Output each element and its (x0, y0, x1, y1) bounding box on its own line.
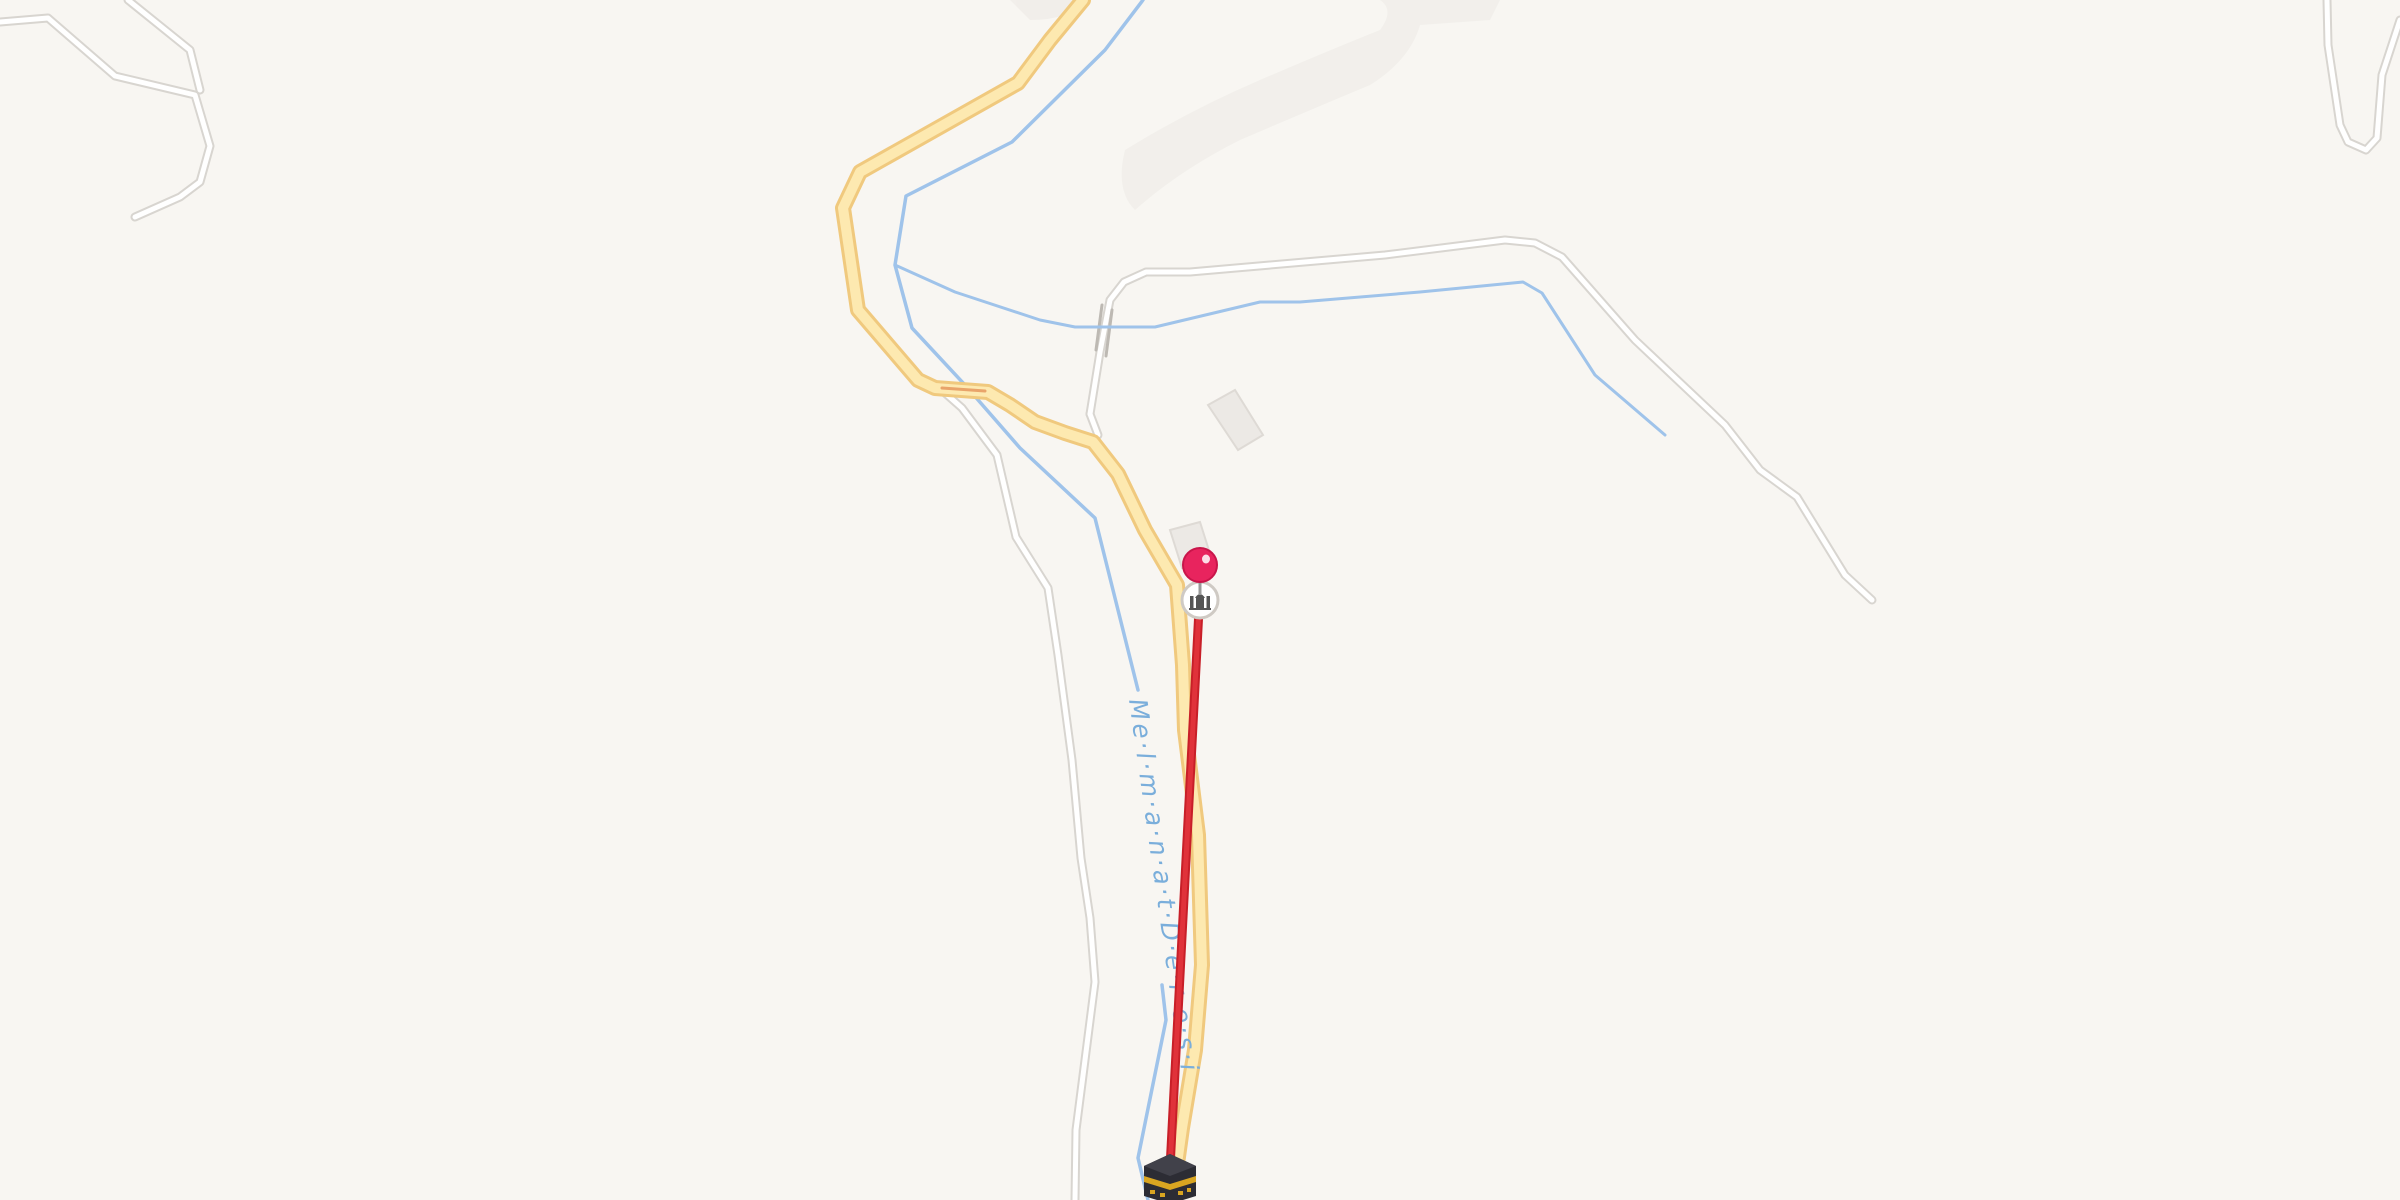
building (1206, 388, 1265, 452)
stream (893, 0, 1667, 1200)
kaaba-marker[interactable] (1144, 1154, 1196, 1200)
buildings (1168, 388, 1265, 570)
mosque-icon (1189, 594, 1211, 610)
terrain-shading (1010, 0, 1500, 210)
kaaba-icon (1144, 1154, 1196, 1200)
map-canvas[interactable]: Me·l·m·a·n·a·t·D·e·r·e·s·i (0, 0, 2400, 1200)
